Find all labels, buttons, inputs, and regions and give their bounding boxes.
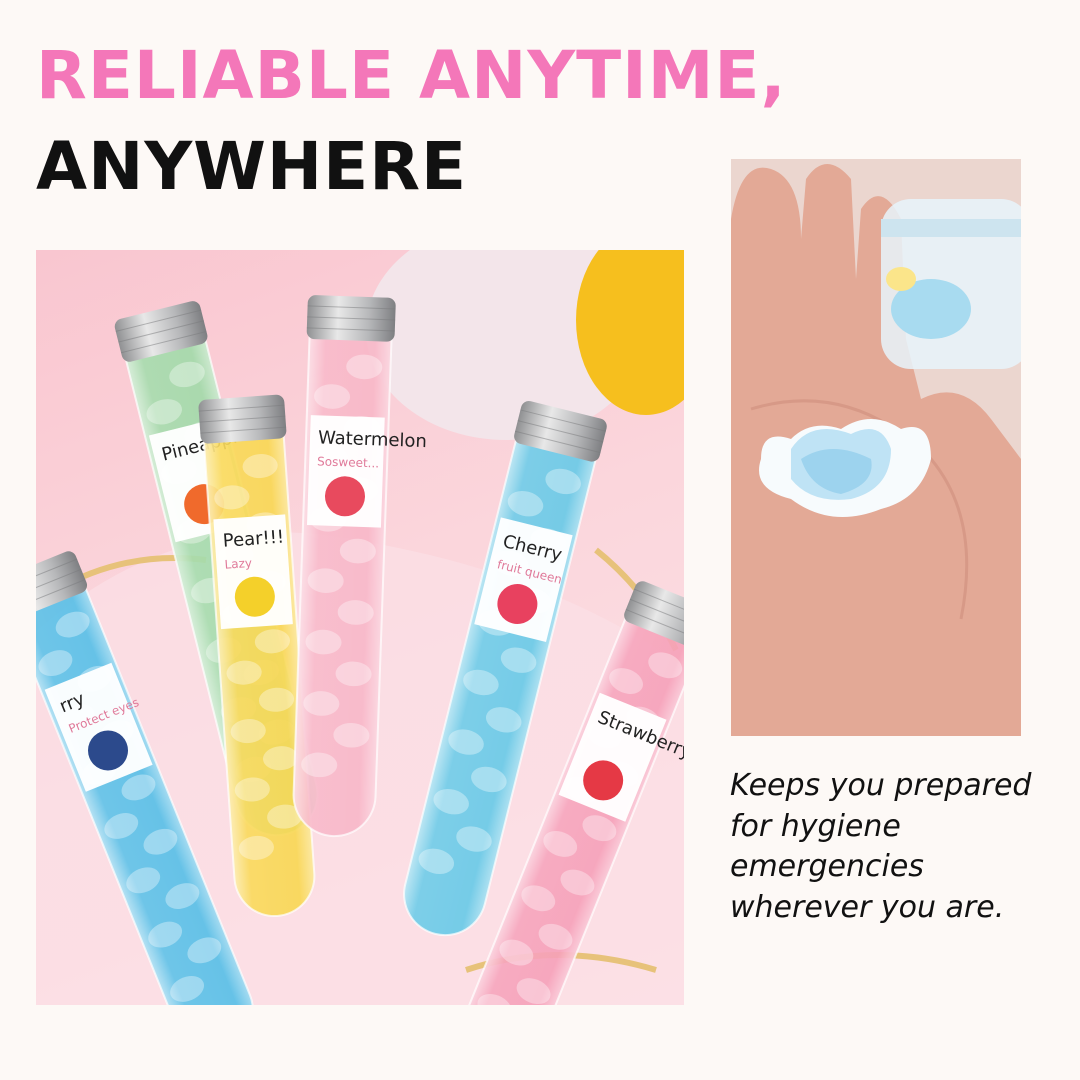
product-photo-hand-soap-sheets (731, 159, 1021, 736)
tube-label-subtitle: Lazy (224, 556, 252, 572)
soap-jar (881, 199, 1021, 369)
headline-line-1: RELIABLE ANYTIME, (36, 37, 787, 114)
tube-label-title: Watermelon (318, 427, 428, 452)
product-photo-soap-tubes: PineapplePear!!!LazyWatermelonSosweet...… (36, 250, 684, 1005)
tube-label-subtitle: Sosweet... (317, 454, 379, 470)
tube-label-title: Pear!!! (222, 527, 285, 552)
headline-line-2: ANYWHERE (36, 128, 468, 205)
benefit-description: Keeps you prepared for hygiene emergenci… (730, 768, 1032, 925)
